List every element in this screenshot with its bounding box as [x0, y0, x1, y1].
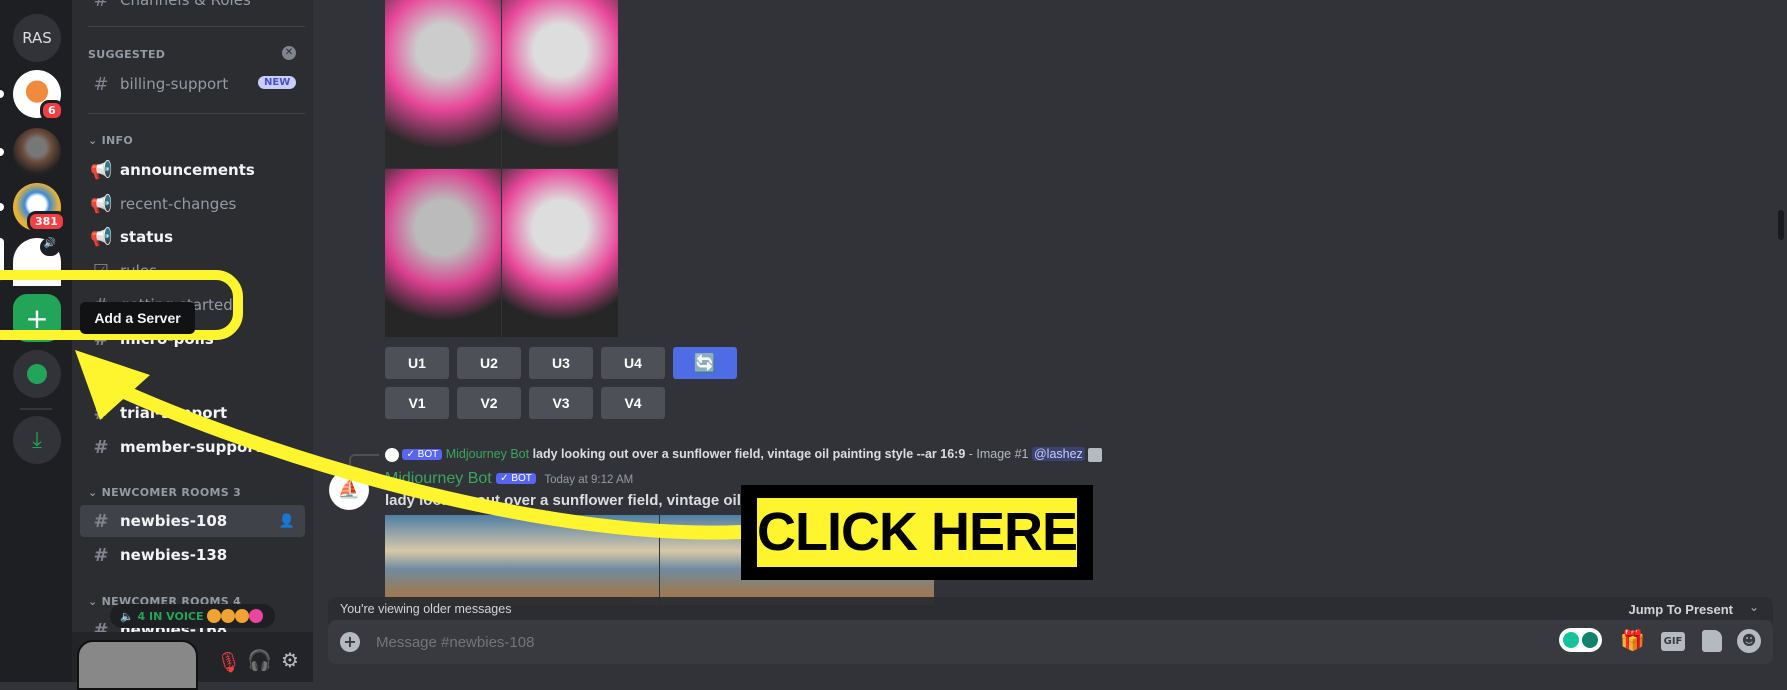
- arrow-line: [117, 383, 742, 540]
- click-here-callout: CLICK HERE: [741, 485, 1093, 580]
- tooltip: Add a Server: [80, 302, 195, 334]
- arrow-head: [75, 350, 150, 420]
